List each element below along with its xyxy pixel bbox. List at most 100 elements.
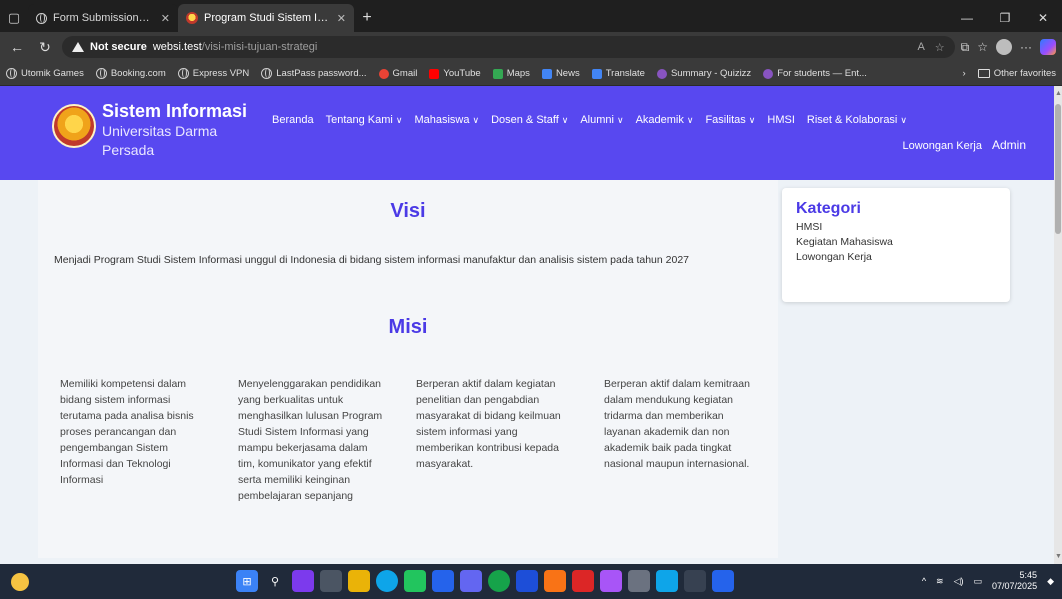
tab-form-submissions[interactable]: Form Submissions - Sistem Inform ✕ — [28, 4, 178, 32]
tab-label: Program Studi Sistem Informasi — [204, 12, 331, 24]
nav-item[interactable]: Tentang Kami ∨ — [326, 114, 403, 126]
nav-item[interactable]: Alumni ∨ — [580, 114, 623, 126]
battery-icon[interactable]: ▭ — [974, 576, 983, 587]
globe-icon — [95, 68, 107, 79]
close-tab-icon[interactable]: ✕ — [337, 12, 346, 25]
close-tab-icon[interactable]: ✕ — [161, 12, 170, 25]
weather-icon[interactable] — [11, 572, 29, 591]
favorite-star-icon[interactable]: ☆ — [935, 41, 945, 54]
bookmarks-bar: Utomik Games Booking.com Express VPN Las… — [0, 62, 1062, 86]
clock[interactable]: 5:45 07/07/2025 — [992, 570, 1037, 592]
nav-item[interactable]: Akademik ∨ — [636, 114, 694, 126]
bookmark-youtube[interactable]: YouTube — [429, 68, 481, 79]
address-input[interactable]: Not secure websi.test/visi-misi-tujuan-s… — [62, 36, 955, 58]
nav-item[interactable]: Beranda — [272, 114, 314, 126]
kategori-item-hmsi[interactable]: HMSI — [796, 220, 996, 235]
chevron-down-icon: ∨ — [686, 114, 694, 125]
secondary-nav: Lowongan Kerja Admin — [902, 138, 1026, 152]
bookmark-gmail[interactable]: Gmail — [378, 68, 417, 79]
system-tray: ^ ≋ ◁) ▭ 5:45 07/07/2025 ◆ — [922, 570, 1054, 592]
split-screen-icon[interactable]: ⧉ — [961, 40, 970, 55]
misi-item: Menyelenggarakan pendidikan yang berkual… — [238, 378, 383, 502]
wifi-icon[interactable]: ≋ — [936, 576, 944, 587]
bookmark-news[interactable]: News — [541, 68, 580, 79]
teams-icon[interactable] — [320, 570, 342, 592]
search-icon[interactable]: ⚲ — [264, 570, 286, 592]
restore-icon[interactable]: ❐ — [986, 4, 1024, 32]
app-icon[interactable] — [684, 570, 706, 592]
nav-admin[interactable]: Admin — [992, 138, 1026, 152]
new-tab-icon[interactable]: + — [354, 4, 380, 32]
file-explorer-icon[interactable] — [348, 570, 370, 592]
page-viewport: Sistem Informasi Universitas Darma Persa… — [0, 86, 1062, 564]
bookmark-maps[interactable]: Maps — [492, 68, 530, 79]
taskbar-apps: ⊞ ⚲ — [236, 570, 734, 592]
scroll-up-icon[interactable]: ▲ — [1055, 90, 1062, 97]
misi-item: Berperan aktif dalam kemitraan dalam men… — [604, 378, 750, 470]
chevron-down-icon: ∨ — [395, 114, 403, 125]
nav-item[interactable]: Dosen & Staff ∨ — [491, 114, 568, 126]
close-window-icon[interactable]: ✕ — [1024, 4, 1062, 32]
tab-actions-icon[interactable]: ▢ — [0, 4, 28, 32]
app-icon[interactable] — [572, 570, 594, 592]
quizizz-icon — [763, 68, 774, 79]
not-secure-label[interactable]: Not secure — [90, 41, 147, 53]
copilot-taskbar-icon[interactable] — [292, 570, 314, 592]
back-icon[interactable]: ← — [6, 36, 28, 58]
profile-avatar[interactable] — [996, 39, 1012, 55]
tab-program-studi[interactable]: Program Studi Sistem Informasi ✕ — [178, 4, 354, 32]
quizizz-icon — [656, 68, 667, 79]
gmail-icon — [378, 68, 389, 79]
chevron-right-icon[interactable]: › — [963, 68, 966, 79]
bookmark-lastpass[interactable]: LastPass password... — [261, 68, 367, 79]
kategori-item-lowongan[interactable]: Lowongan Kerja — [796, 250, 996, 265]
nav-item[interactable]: Mahasiswa ∨ — [414, 114, 479, 126]
reload-icon[interactable]: ↻ — [34, 36, 56, 58]
read-aloud-icon[interactable]: A — [917, 41, 924, 54]
copilot-icon[interactable] — [1040, 39, 1056, 55]
app-icon[interactable] — [460, 570, 482, 592]
notification-icon[interactable]: ◆ — [1047, 576, 1054, 587]
nav-item[interactable]: HMSI — [767, 114, 795, 126]
bookmark-booking[interactable]: Booking.com — [95, 68, 166, 79]
start-icon[interactable]: ⊞ — [236, 570, 258, 592]
nav-item-label: Riset & Kolaborasi — [806, 114, 898, 126]
main-nav: Beranda Tentang Kami ∨ Mahasiswa ∨ Dosen & St… — [272, 114, 907, 126]
visi-misi-section: Visi Menjadi Program Studi Sistem Inform… — [38, 180, 778, 558]
url-host: websi.test — [152, 41, 202, 53]
terminal-icon[interactable] — [628, 570, 650, 592]
bookmark-for-students[interactable]: For students — Ent... — [763, 68, 867, 79]
spotify-icon[interactable] — [488, 570, 510, 592]
bookmark-translate[interactable]: Translate — [591, 68, 645, 79]
app-icon[interactable] — [656, 570, 678, 592]
misi-item: Memiliki kompetensi dalam bidang sistem … — [60, 378, 194, 486]
translate-icon — [591, 68, 602, 79]
more-menu-icon[interactable]: ··· — [1020, 40, 1032, 54]
chevron-up-icon[interactable]: ^ — [922, 576, 926, 586]
bookmark-expressvpn[interactable]: Express VPN — [177, 68, 249, 79]
volume-icon[interactable]: ◁) — [954, 576, 964, 587]
edge-icon[interactable] — [376, 570, 398, 592]
bookmark-utomik[interactable]: Utomik Games — [6, 68, 84, 79]
nav-lowongan-kerja[interactable]: Lowongan Kerja — [902, 140, 982, 152]
scroll-down-icon[interactable]: ▼ — [1055, 553, 1062, 560]
scroll-thumb[interactable] — [1055, 104, 1061, 234]
university-logo — [52, 104, 96, 148]
app-icon[interactable] — [516, 570, 538, 592]
minimize-icon[interactable]: — — [948, 4, 986, 32]
kategori-item-kegiatan[interactable]: Kegiatan Mahasiswa — [796, 235, 996, 250]
vscode-icon[interactable] — [432, 570, 454, 592]
site-brand[interactable]: Sistem Informasi Universitas Darma Persa… — [52, 100, 247, 160]
bookmark-other-favorites[interactable]: Other favorites — [977, 68, 1056, 79]
misi-item: Berperan aktif dalam kegiatan penelitian… — [416, 378, 561, 470]
bookmark-quizizz[interactable]: Summary - Quizizz — [656, 68, 751, 79]
app-icon[interactable] — [404, 570, 426, 592]
app-icon[interactable] — [600, 570, 622, 592]
page-scrollbar[interactable]: ▲ ▼ — [1054, 86, 1062, 564]
nav-item[interactable]: Fasilitas ∨ — [705, 114, 755, 126]
favorites-icon[interactable]: ☆ — [977, 40, 988, 54]
word-icon[interactable] — [712, 570, 734, 592]
app-icon[interactable] — [544, 570, 566, 592]
kategori-card: Kategori HMSI Kegiatan Mahasiswa Lowonga… — [782, 188, 1010, 302]
nav-item[interactable]: Riset & Kolaborasi ∨ — [807, 114, 907, 126]
